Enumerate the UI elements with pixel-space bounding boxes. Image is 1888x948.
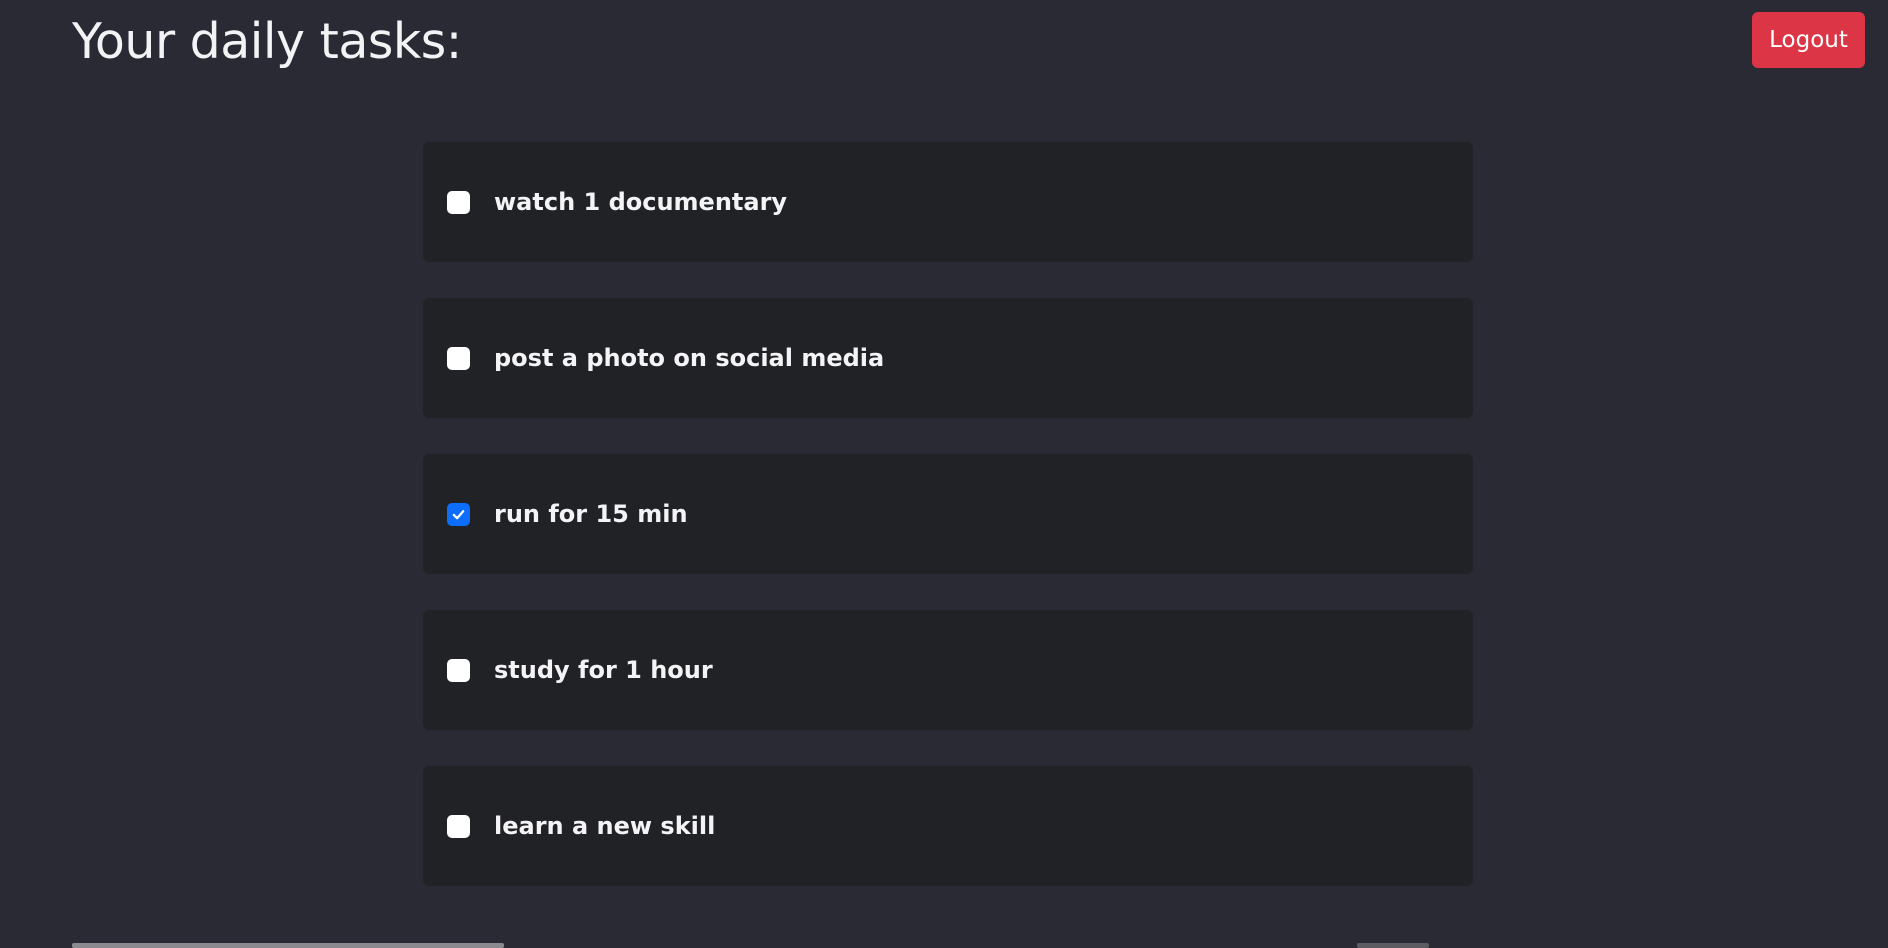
- task-label: learn a new skill: [494, 812, 716, 840]
- page-title: Your daily tasks:: [72, 13, 462, 70]
- task-checkbox[interactable]: [447, 190, 470, 214]
- task-label: run for 15 min: [494, 500, 688, 528]
- task-item: learn a new skill: [423, 766, 1473, 886]
- task-checkbox[interactable]: [447, 346, 470, 370]
- task-label: post a photo on social media: [494, 344, 885, 372]
- task-item: study for 1 hour: [423, 610, 1473, 730]
- checkmark-icon: [452, 509, 465, 519]
- task-label: watch 1 documentary: [494, 188, 788, 216]
- task-label: study for 1 hour: [494, 656, 713, 684]
- task-checkbox[interactable]: [447, 814, 470, 838]
- logout-button[interactable]: Logout: [1752, 12, 1865, 68]
- task-item: run for 15 min: [423, 454, 1473, 574]
- task-checkbox[interactable]: [447, 658, 470, 682]
- scrollbar-thumb-secondary[interactable]: [1357, 943, 1429, 948]
- horizontal-scrollbar-thumb[interactable]: [72, 943, 504, 948]
- task-list: watch 1 documentary post a photo on soci…: [423, 142, 1473, 922]
- task-item: post a photo on social media: [423, 298, 1473, 418]
- task-item: watch 1 documentary: [423, 142, 1473, 262]
- task-checkbox[interactable]: [447, 502, 470, 526]
